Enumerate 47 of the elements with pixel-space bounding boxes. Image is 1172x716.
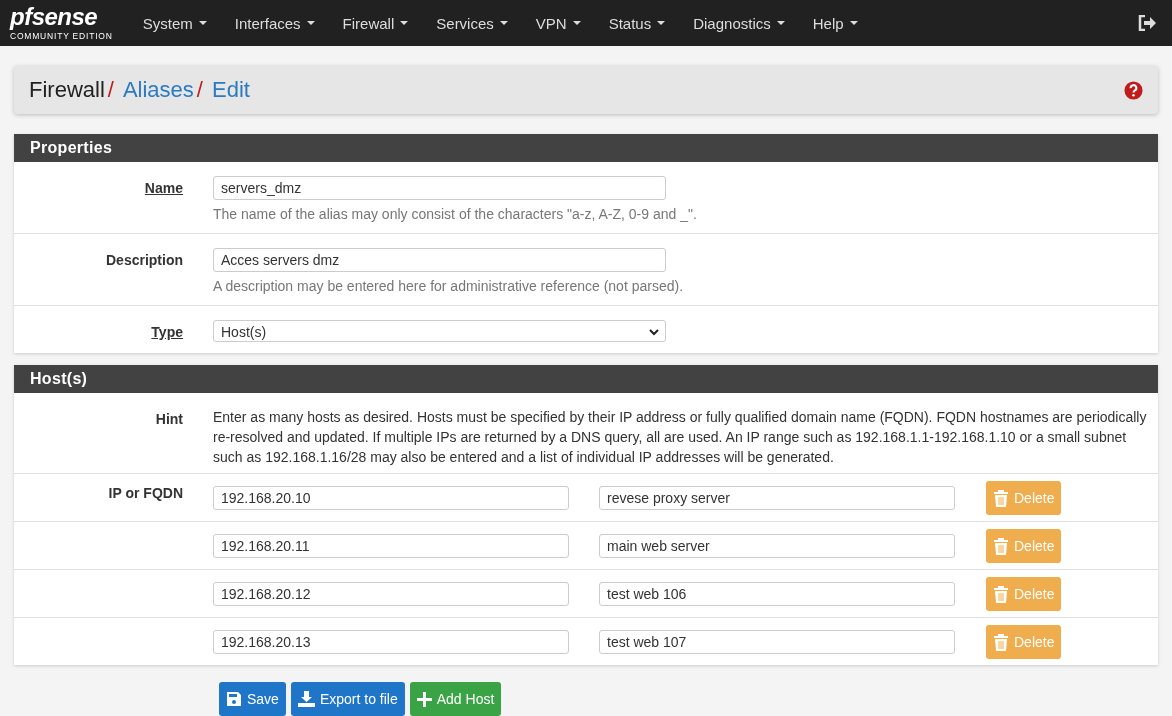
edition-label: COMMUNITY EDITION — [10, 30, 113, 42]
pfsense-logo[interactable]: pfsense — [10, 4, 98, 30]
trash-icon — [993, 633, 1009, 651]
description-field[interactable]: test web 107 — [599, 630, 955, 654]
address-field[interactable]: 192.168.20.13 — [213, 630, 569, 654]
menu-item[interactable]: Services — [436, 14, 508, 32]
panel-heading: Properties — [14, 134, 1158, 162]
download-icon — [297, 691, 315, 707]
address-field[interactable]: 192.168.20.11 — [213, 534, 569, 558]
trash-icon — [993, 537, 1009, 555]
address-field[interactable]: 192.168.20.10 — [213, 486, 569, 510]
menu-item[interactable]: VPN — [535, 14, 581, 32]
help-text: The name of the alias may only consist of the characters "a-z, A-Z, 0-9 and _". — [213, 206, 698, 222]
chevron-icon — [649, 329, 659, 336]
panel-heading: Host(s) — [14, 365, 1158, 393]
menu-item[interactable]: Help — [812, 14, 858, 32]
menu-item[interactable]: System — [142, 14, 207, 32]
export-button[interactable]: Export to file — [290, 682, 405, 716]
breadcrumb-link[interactable]: Edit — [211, 77, 250, 103]
description-field[interactable]: test web 106 — [599, 582, 955, 606]
help-text: A description may be entered here for administrative reference (not parsed). — [213, 278, 685, 294]
field-label: Type — [151, 324, 183, 340]
address-field[interactable]: 192.168.20.12 — [213, 582, 569, 606]
plus-icon — [416, 691, 432, 707]
breadcrumb-separator: / — [107, 77, 114, 103]
hint-text: Enter as many hosts as desired. Hosts must be specified by their IP address or fully qualified domain name (FQDN). FQDN hostnames are periodically re-resolved and updated. If multiple IPs are returned by a DNS query, all are used. An IP range such as 192.168.1.1-192.168.1.10 or a small subnet such as 192.168.1.16/28 may also be entered and a list of individual IP addresses will be generated. — [213, 408, 1148, 467]
text-field[interactable]: Acces servers dmz — [213, 248, 666, 272]
breadcrumb-link[interactable]: Aliases — [122, 77, 194, 103]
menu-item[interactable]: Status — [608, 14, 666, 32]
description-field[interactable]: main web server — [599, 534, 955, 558]
breadcrumb-separator: / — [196, 77, 203, 103]
logout-icon[interactable] — [1138, 15, 1156, 31]
text-field[interactable]: servers_dmz — [213, 176, 666, 200]
breadcrumb-text: Firewall — [29, 77, 105, 103]
type-select[interactable]: Host(s) — [213, 320, 666, 342]
trash-icon — [993, 585, 1009, 603]
menu-item[interactable]: Firewall — [342, 14, 409, 32]
menu-item[interactable]: Interfaces — [234, 14, 315, 32]
field-label: Description — [106, 252, 183, 268]
field-label: Name — [144, 180, 183, 196]
save-button[interactable]: Save — [219, 682, 286, 716]
help-icon[interactable] — [1124, 80, 1143, 100]
trash-icon — [993, 489, 1009, 507]
field-label: Hint — [155, 411, 183, 427]
menu-item[interactable]: Diagnostics — [693, 14, 785, 32]
field-label: IP or FQDN — [108, 485, 183, 501]
description-field[interactable]: revese proxy server — [599, 486, 955, 510]
